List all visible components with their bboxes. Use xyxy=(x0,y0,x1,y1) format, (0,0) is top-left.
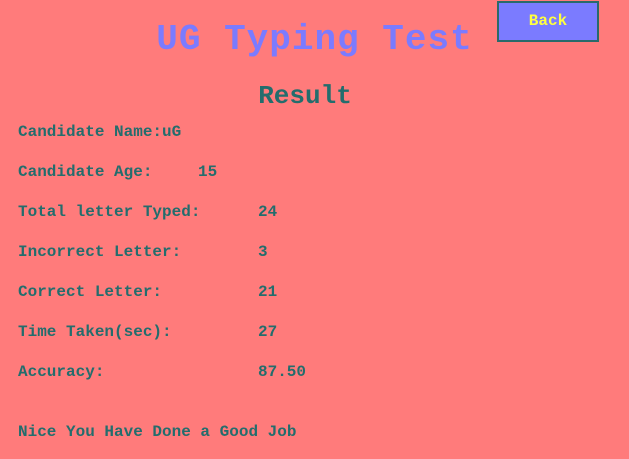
total-typed-label: Total letter Typed: xyxy=(18,203,201,221)
incorrect-letter-value: 3 xyxy=(258,243,268,261)
incorrect-letter-label: Incorrect Letter: xyxy=(18,243,182,261)
candidate-age-value: 15 xyxy=(198,163,218,181)
accuracy-label: Accuracy: xyxy=(18,363,105,381)
candidate-name-value: uG xyxy=(162,123,182,141)
correct-letter-value: 21 xyxy=(258,283,278,301)
accuracy-value: 87.50 xyxy=(258,363,307,381)
correct-letter-label: Correct Letter: xyxy=(18,283,163,301)
result-message: Nice You Have Done a Good Job xyxy=(18,423,297,441)
time-taken-value: 27 xyxy=(258,323,278,341)
total-typed-value: 24 xyxy=(258,203,278,221)
candidate-age-label: Candidate Age: xyxy=(18,163,153,181)
candidate-name-row: Candidate Name:uG xyxy=(18,122,181,142)
candidate-name-label: Candidate Name: xyxy=(18,123,163,141)
result-heading: Result xyxy=(258,81,352,111)
back-button[interactable]: Back xyxy=(497,1,599,42)
time-taken-label: Time Taken(sec): xyxy=(18,323,172,341)
